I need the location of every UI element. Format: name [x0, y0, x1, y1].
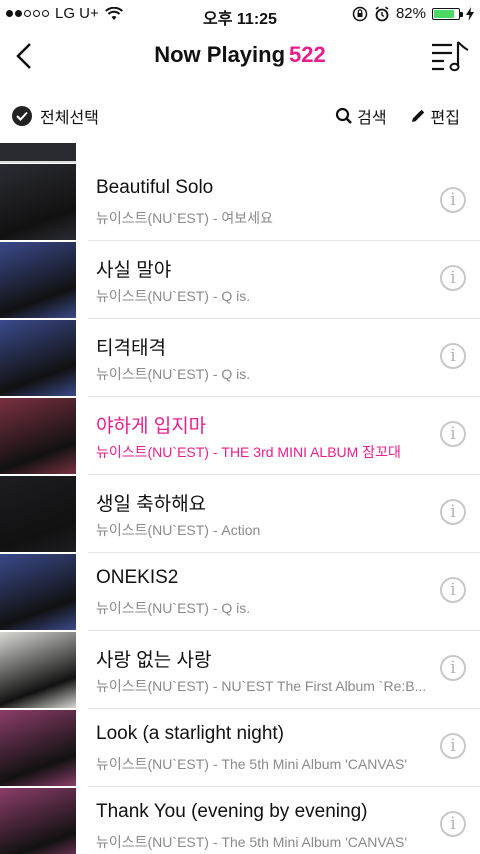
battery-icon [432, 7, 463, 20]
info-icon[interactable]: i [440, 811, 466, 837]
battery-percent: 82% [395, 5, 426, 22]
search-label: 검색 [357, 110, 387, 127]
page-title: Now Playing 522 [0, 42, 480, 68]
song-artist-album: 뉴이스트(NU`EST) - NU`EST The First Album `R… [96, 678, 427, 694]
album-art [0, 788, 76, 854]
header: Now Playing 522 [0, 28, 480, 84]
alarm-icon [375, 6, 389, 21]
song-title: 티격태격 [96, 338, 166, 359]
song-title: 사랑 없는 사랑 [96, 650, 212, 671]
info-icon[interactable]: i [440, 187, 466, 213]
rotation-lock-icon [352, 6, 368, 21]
status-bar: LG U+ 오후 11:25 82% [0, 0, 480, 28]
song-row[interactable]: ONEKIS2 뉴이스트(NU`EST) - Q is. i [0, 553, 480, 631]
edit-label: 편집 [430, 110, 460, 127]
list-toolbar: 전체선택 검색 편집 [0, 96, 480, 136]
song-title: Thank You (evening by evening) [96, 801, 368, 822]
edit-button[interactable]: 편집 [409, 104, 460, 128]
search-button[interactable]: 검색 [335, 104, 387, 128]
song-artist-album: 뉴이스트(NU`EST) - The 5th Mini Album 'CANVA… [96, 834, 407, 850]
song-title: 야하게 입지마 [96, 416, 207, 437]
song-list: Beautiful Solo 뉴이스트(NU`EST) - 여보세요 i 사실 말야 뉴… [0, 143, 480, 854]
album-art [0, 242, 76, 318]
song-row[interactable]: 사랑 없는 사랑뉴이스트(NU`EST) - NU`EST The First … [0, 631, 480, 709]
info-icon[interactable]: i [440, 421, 466, 447]
song-row[interactable]: Look (a starlight night) 뉴이스트(NU`EST) - T… [0, 709, 480, 787]
song-title: 생일 축하해요 [96, 494, 207, 515]
album-art-partial [0, 143, 76, 163]
check-circle-icon [12, 106, 32, 126]
track-count: 522 [289, 42, 326, 67]
song-artist-album: 뉴이스트(NU`EST) - The 5th Mini Album 'CANVA… [96, 756, 407, 772]
album-art [0, 398, 76, 474]
info-icon[interactable]: i [440, 343, 466, 369]
info-icon[interactable]: i [440, 577, 466, 603]
select-all-label: 전체선택 [40, 110, 99, 127]
album-art [0, 164, 76, 240]
song-row[interactable]: Beautiful Solo 뉴이스트(NU`EST) - 여보세요 i [0, 163, 480, 241]
info-icon[interactable]: i [440, 499, 466, 525]
song-row[interactable]: 사실 말야뉴이스트(NU`EST) - Q is. i [0, 241, 480, 319]
song-title: Beautiful Solo [96, 177, 214, 198]
search-icon [335, 107, 353, 124]
song-artist-album: 뉴이스트(NU`EST) - Q is. [96, 288, 251, 304]
album-art [0, 632, 76, 708]
song-artist-album: 뉴이스트(NU`EST) - 여보세요 [96, 210, 273, 226]
song-artist-album: 뉴이스트(NU`EST) - Action [96, 522, 261, 538]
song-title: Look (a starlight night) [96, 723, 284, 744]
pencil-icon [411, 109, 424, 122]
page-title-text: Now Playing [154, 42, 286, 67]
info-icon[interactable]: i [440, 655, 466, 681]
select-all-button[interactable]: 전체선택 [12, 104, 99, 128]
album-art [0, 710, 76, 786]
playlist-music-icon[interactable] [430, 38, 470, 74]
song-artist-album: 뉴이스트(NU`EST) - Q is. [96, 366, 251, 382]
info-icon[interactable]: i [440, 733, 466, 759]
song-artist-album: 뉴이스트(NU`EST) - Q is. [96, 600, 251, 616]
charging-bolt-icon [466, 6, 474, 21]
song-title: ONEKIS2 [96, 567, 179, 588]
song-row[interactable]: 생일 축하해요뉴이스트(NU`EST) - Action i [0, 475, 480, 553]
song-row[interactable]: 야하게 입지마뉴이스트(NU`EST) - THE 3rd MINI ALBUM… [0, 397, 480, 475]
song-row[interactable]: 티격태격뉴이스트(NU`EST) - Q is. i [0, 319, 480, 397]
album-art [0, 476, 76, 552]
info-icon[interactable]: i [440, 265, 466, 291]
album-art [0, 320, 76, 396]
status-right: 82% [352, 5, 474, 22]
song-row[interactable]: Thank You (evening by evening) 뉴이스트(NU`ES… [0, 787, 480, 854]
song-title: 사실 말야 [96, 260, 172, 281]
song-artist-album: 뉴이스트(NU`EST) - THE 3rd MINI ALBUM 잠꼬대 [96, 444, 401, 460]
album-art [0, 554, 76, 630]
